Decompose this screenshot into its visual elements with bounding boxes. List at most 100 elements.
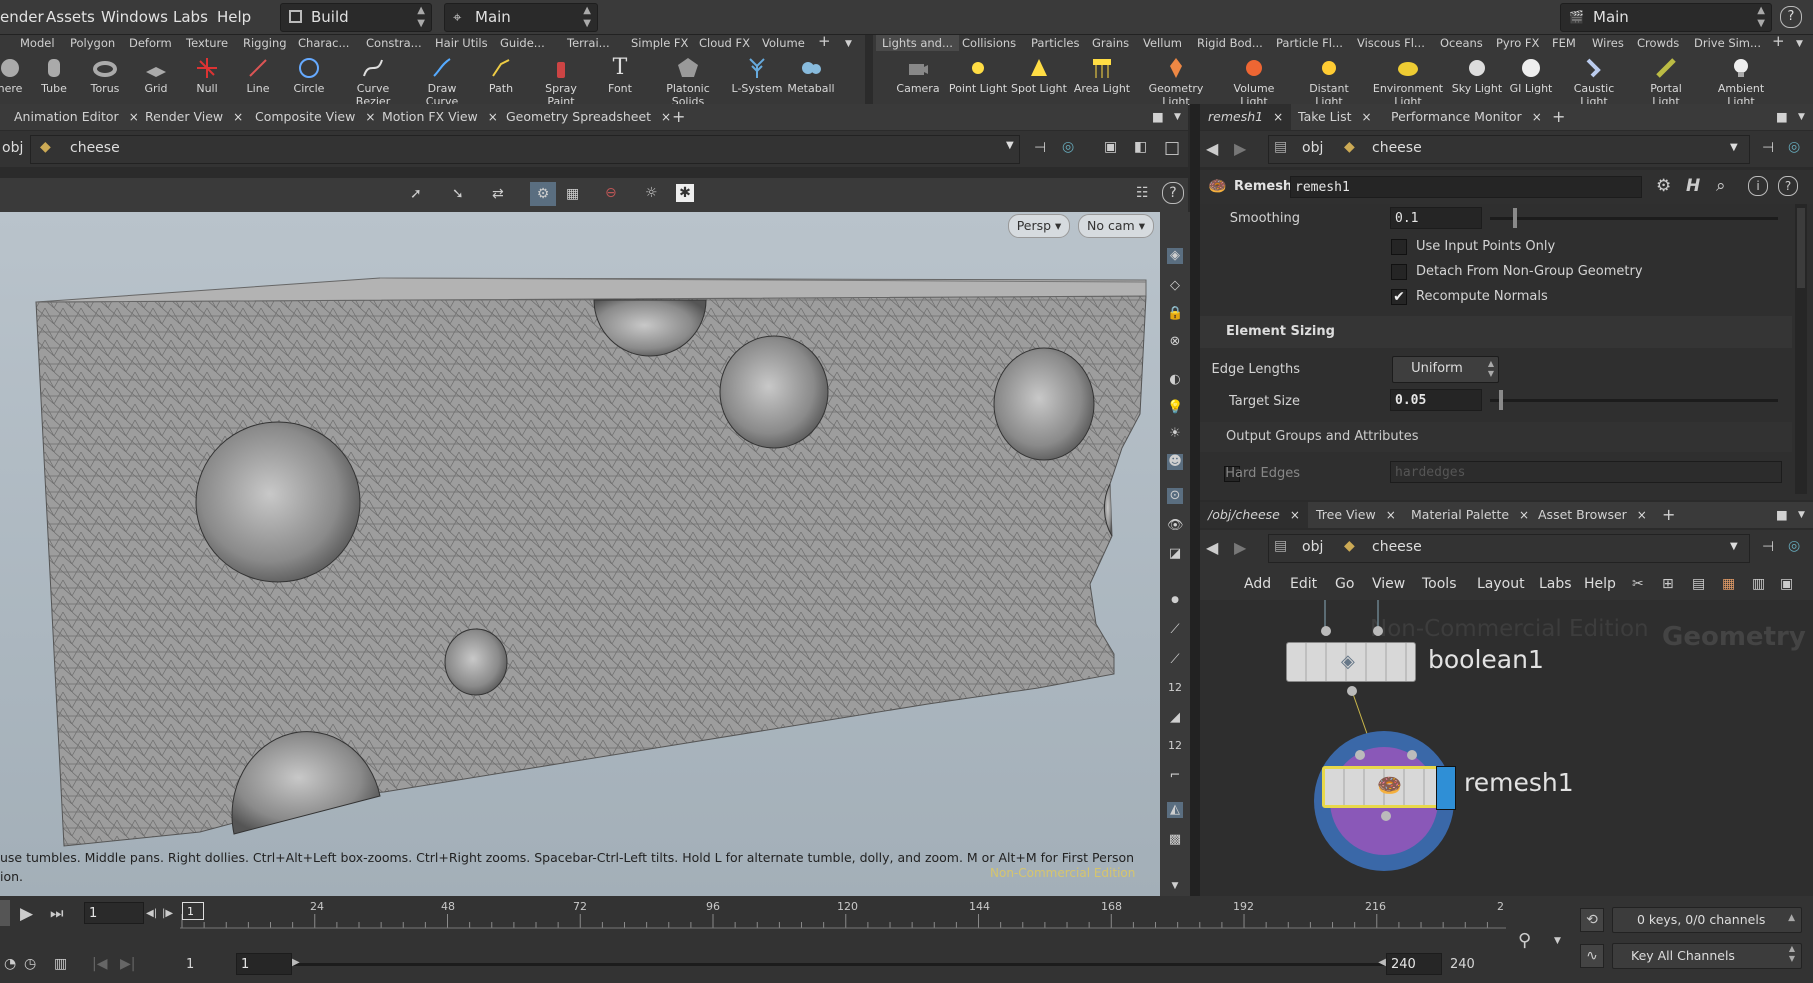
tool-distant-light[interactable]: Distant Light xyxy=(1297,56,1361,108)
network-menu-view[interactable]: View xyxy=(1372,576,1405,592)
display-flag[interactable] xyxy=(1436,766,1456,810)
keys-channels-button[interactable]: 0 keys, 0/0 channels ▲ xyxy=(1612,907,1802,933)
headlight-icon[interactable]: ☀ xyxy=(1167,426,1183,442)
range-start-value[interactable]: 1 xyxy=(186,957,194,972)
background-icon[interactable]: □ xyxy=(1164,138,1180,158)
network-path-field[interactable] xyxy=(1268,534,1750,563)
desktop-select[interactable]: Build ▲ ▼ xyxy=(280,3,432,32)
tool-sky-light[interactable]: Sky Light xyxy=(1447,56,1507,95)
tool-metaball[interactable]: Metaball xyxy=(781,56,841,95)
shelf-tab-volume[interactable]: Volume xyxy=(762,36,805,50)
forward-arrow-icon[interactable]: ▶ xyxy=(1234,139,1246,158)
select-icon[interactable]: ➚ xyxy=(410,186,422,202)
edge-lengths-dropdown[interactable]: Uniform ▲ ▼ xyxy=(1392,356,1499,383)
step-back-icon[interactable]: ◀| xyxy=(146,908,157,919)
tab-geometry-spreadsheet[interactable]: Geometry Spreadsheet × xyxy=(498,104,679,130)
shelf-tab-cloud-fx[interactable]: Cloud FX xyxy=(699,36,750,50)
tab-take-list[interactable]: Take List × xyxy=(1290,104,1380,130)
shelf-tab-rigging[interactable]: Rigging xyxy=(243,36,287,50)
uv-icon[interactable]: ⌐ xyxy=(1167,768,1183,784)
target-size-slider-handle[interactable] xyxy=(1499,390,1503,410)
right-desk-select[interactable]: 🎬 Main ▲ ▼ xyxy=(1560,3,1772,32)
smoothing-slider-handle[interactable] xyxy=(1513,208,1517,228)
pane-menu-arrow-icon[interactable]: ▼ xyxy=(1166,104,1189,130)
range-right-handle[interactable]: ◀ xyxy=(1378,957,1386,968)
snapping-icon[interactable]: ⚙ xyxy=(530,182,556,206)
list-icon[interactable]: ▤ xyxy=(1692,576,1705,592)
network-editor[interactable]: Non-Commercial Edition Geometry ◈ boolea… xyxy=(1200,600,1813,896)
back-arrow-icon[interactable]: ◀ xyxy=(1206,139,1218,158)
pane-menu-arrow-icon[interactable]: ▼ xyxy=(1790,104,1813,130)
network-menu-go[interactable]: Go xyxy=(1335,576,1354,592)
target-size-field[interactable]: 0.05 xyxy=(1390,389,1482,411)
play-reverse-button[interactable] xyxy=(0,900,10,926)
shelf-menu-arrow-icon[interactable]: ▼ xyxy=(845,39,852,49)
grid-toggle-icon[interactable]: ◇ xyxy=(1167,278,1183,294)
display-options-icon[interactable]: ◧ xyxy=(1134,139,1147,155)
add-tab-icon[interactable]: + xyxy=(664,104,693,130)
shelf-tab-particles[interactable]: Particles xyxy=(1031,36,1079,50)
render-region-icon[interactable]: ◪ xyxy=(1167,546,1183,562)
play-icon[interactable]: ▶ xyxy=(20,904,33,924)
color-palette-icon[interactable]: ▦ xyxy=(1722,576,1735,592)
network-menu-layout[interactable]: Layout xyxy=(1477,576,1525,592)
shelf-tab-lights[interactable]: Lights and... xyxy=(876,35,959,51)
shelf-tab-polygon[interactable]: Polygon xyxy=(70,36,115,50)
tool-point-light[interactable]: Point Light xyxy=(948,56,1008,95)
path-obj[interactable]: obj xyxy=(2,140,23,156)
tool-curve-bezier[interactable]: Curve Bezier xyxy=(342,56,404,108)
visibility-icon[interactable]: ☼ xyxy=(645,185,658,201)
primitive-normal-icon[interactable]: ⟋ xyxy=(1167,652,1183,668)
tool-draw-curve[interactable]: Draw Curve xyxy=(412,56,472,108)
node-boolean1[interactable]: ◈ xyxy=(1286,642,1416,682)
use-input-points-checkbox[interactable] xyxy=(1391,239,1407,255)
key-dropdown-icon[interactable]: ▼ xyxy=(1554,936,1561,946)
path-dropdown-icon[interactable]: ▼ xyxy=(1730,541,1738,552)
path-dropdown-icon[interactable]: ▼ xyxy=(1006,140,1014,151)
point-numbers-icon[interactable]: 12 xyxy=(1167,680,1183,696)
smoothing-field[interactable]: 0.1 xyxy=(1390,207,1482,229)
network-menu-tools[interactable]: Tools xyxy=(1422,576,1457,592)
lock-icon[interactable]: 🔒 xyxy=(1167,306,1183,322)
channel-icon[interactable]: ∿ xyxy=(1580,944,1604,968)
tool-camera[interactable]: Camera xyxy=(888,56,948,95)
pin-icon[interactable]: ⊣ xyxy=(1762,539,1774,555)
camera-view-icon[interactable]: ⊙ xyxy=(1167,488,1183,504)
tab-render-view[interactable]: Render View × xyxy=(137,104,251,130)
recompute-normals-checkbox[interactable]: ✔ xyxy=(1391,289,1407,305)
network-menu-add[interactable]: Add xyxy=(1244,576,1271,592)
current-frame-field[interactable]: 1 xyxy=(84,902,144,924)
persp-menu[interactable]: Persp ▾ xyxy=(1008,214,1070,238)
range-left-handle[interactable]: ▶ xyxy=(292,957,300,968)
parm-help-icon[interactable]: ? xyxy=(1778,176,1798,196)
transform-icon[interactable]: ⇄ xyxy=(492,186,504,202)
tool-ambient-light[interactable]: Ambient Light xyxy=(1706,56,1776,108)
menu-help[interactable]: Help xyxy=(217,8,251,26)
link-icon[interactable]: ◎ xyxy=(1062,139,1074,155)
tool-spray-paint[interactable]: Spray Paint xyxy=(531,56,591,108)
grid-layout-icon[interactable]: ▥ xyxy=(1752,576,1765,592)
pane-menu-arrow-icon[interactable]: ▼ xyxy=(1790,502,1813,528)
tool-environment-light[interactable]: Environment Light xyxy=(1371,56,1445,108)
frame-marker[interactable]: 1 xyxy=(182,902,204,920)
wireframe-icon[interactable]: ◭ xyxy=(1167,802,1183,818)
add-shelf-tab-icon[interactable]: + xyxy=(1772,32,1785,50)
tool-caustic-light[interactable]: Caustic Light xyxy=(1562,56,1626,108)
range-end-icon[interactable]: ▶| xyxy=(120,956,135,972)
shelf-tab-character[interactable]: Charac... xyxy=(298,36,349,50)
add-shelf-tab-icon[interactable]: + xyxy=(818,32,831,50)
shelf-tab-hair-utils[interactable]: Hair Utils xyxy=(435,36,488,50)
add-tab-icon[interactable]: + xyxy=(1544,104,1573,130)
shelf-menu-arrow-icon[interactable]: ▼ xyxy=(1796,39,1803,49)
network-path-obj[interactable]: obj xyxy=(1302,539,1323,555)
scene-viewport[interactable]: Persp ▾ No cam ▾ xyxy=(0,212,1160,896)
step-forward-icon[interactable]: |▶ xyxy=(162,908,173,919)
tool-path[interactable]: Path xyxy=(471,56,531,95)
render-icon[interactable]: ✱ xyxy=(676,184,694,202)
context-select[interactable]: ⌖ Main ▲ ▼ xyxy=(444,3,598,32)
jump-end-icon[interactable]: ⏭ xyxy=(50,904,64,922)
parm-scrollbar-thumb[interactable] xyxy=(1797,208,1805,288)
path-field[interactable] xyxy=(30,135,1020,164)
detach-checkbox[interactable] xyxy=(1391,264,1407,280)
snap-icon[interactable]: ⊗ xyxy=(1167,334,1183,350)
